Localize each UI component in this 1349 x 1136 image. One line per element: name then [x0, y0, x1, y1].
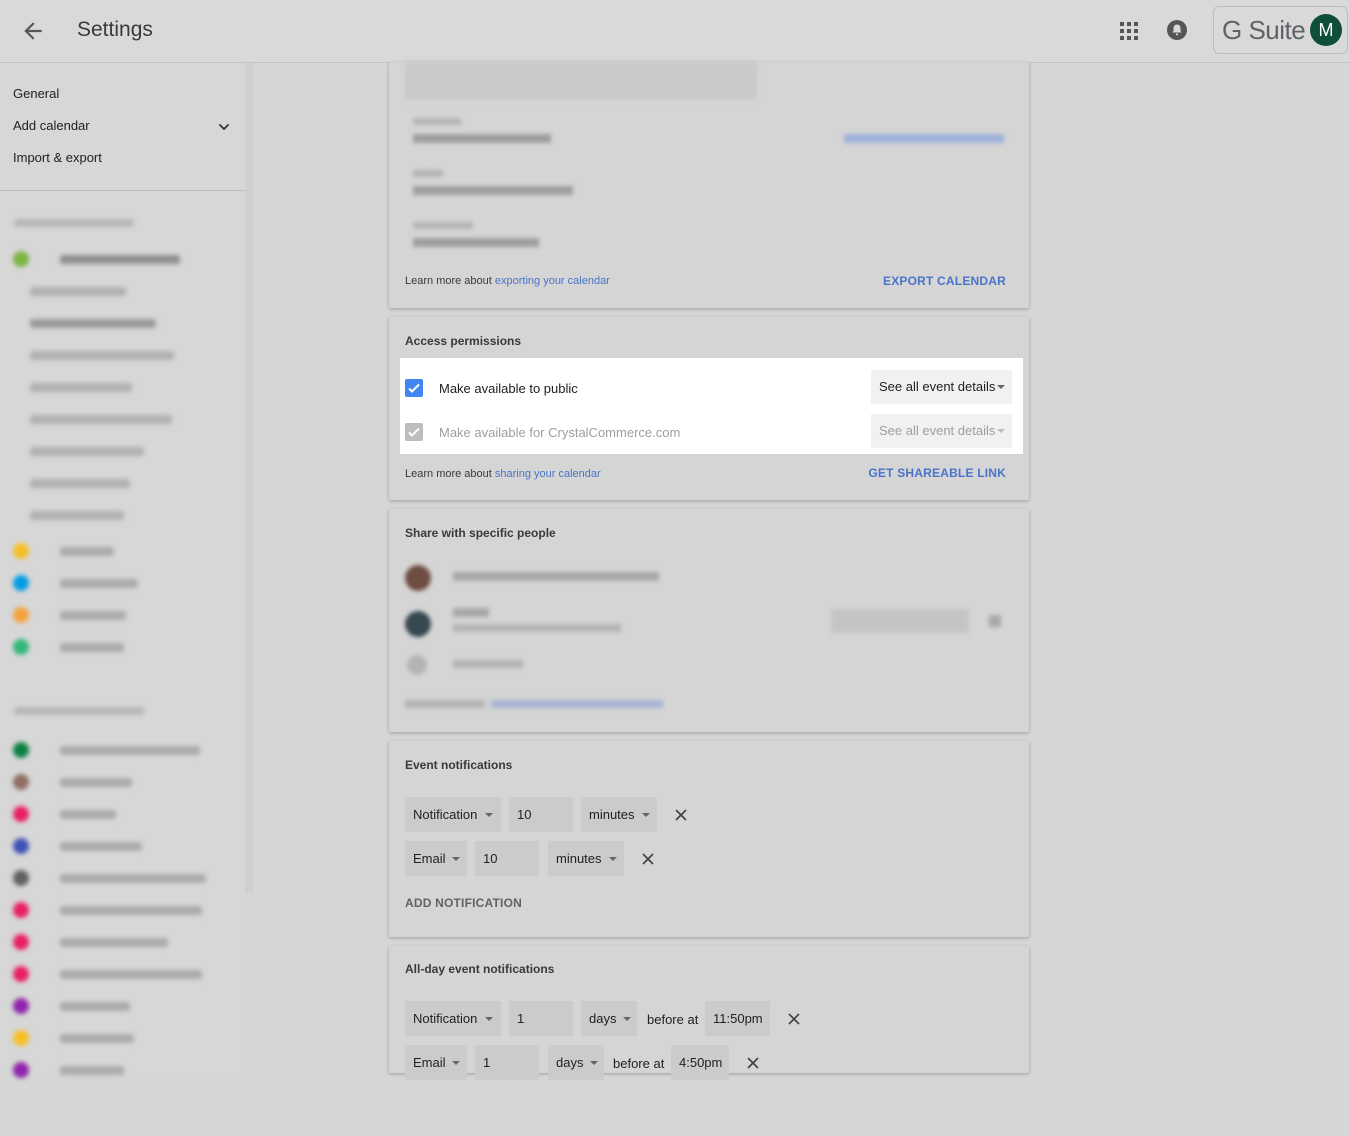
blurred-calendar-list [0, 195, 245, 1136]
domain-checkbox[interactable] [405, 423, 423, 441]
notifications-bell-icon[interactable] [1166, 19, 1188, 41]
dropdown-caret-icon [452, 1061, 460, 1065]
sharing-learn-more: Learn more about sharing your calendar [405, 468, 601, 480]
notification-unit-select[interactable]: minutes [581, 797, 657, 832]
dropdown-caret-icon [997, 429, 1005, 433]
public-checkbox[interactable] [405, 379, 423, 397]
top-app-bar: Settings G Suite M [0, 0, 1349, 63]
avatar[interactable]: M [1310, 14, 1342, 46]
public-visibility-select[interactable]: See all event details [871, 370, 1012, 404]
allday-email-unit-select[interactable]: days [548, 1045, 604, 1080]
remove-allday-notification-icon[interactable] [787, 1012, 801, 1026]
notification-value-input[interactable]: 10 [509, 797, 573, 832]
allday-notifications-title: All-day event notifications [405, 962, 555, 976]
event-notifications-title: Event notifications [405, 758, 513, 772]
export-calendar-card: Learn more about exporting your calendar… [389, 62, 1029, 308]
allday-notification-unit-select[interactable]: days [581, 1001, 637, 1036]
email-value-input[interactable]: 10 [475, 841, 539, 876]
sidebar-item-general[interactable]: General [13, 86, 59, 101]
public-access-highlight: Make available to public See all event d… [400, 358, 1023, 454]
public-checkbox-label: Make available to public [439, 381, 578, 396]
add-notification-button[interactable]: ADD NOTIFICATION [405, 896, 522, 910]
dropdown-caret-icon [623, 1017, 631, 1021]
gsuite-account-switcher[interactable]: G Suite M [1213, 6, 1348, 54]
email-type-select[interactable]: Email [405, 841, 467, 876]
notification-type-select[interactable]: Notification [405, 797, 501, 832]
access-permissions-title: Access permissions [405, 334, 522, 348]
share-specific-people-title: Share with specific people [405, 526, 556, 540]
export-calendar-button[interactable]: EXPORT CALENDAR [883, 274, 1006, 288]
dropdown-caret-icon [642, 813, 650, 817]
allday-notification-value-input[interactable]: 1 [509, 1001, 573, 1036]
dropdown-caret-icon [485, 1017, 493, 1021]
allday-email-type-select[interactable]: Email [405, 1045, 467, 1080]
remove-email-notification-icon[interactable] [641, 852, 655, 866]
sidebar-item-add-calendar[interactable]: Add calendar [13, 118, 90, 133]
allday-notification-type-select[interactable]: Notification [405, 1001, 501, 1036]
back-arrow-icon[interactable] [20, 18, 46, 44]
allday-notification-time-input[interactable]: 11:50pm [705, 1001, 770, 1036]
allday-email-time-input[interactable]: 4:50pm [671, 1045, 729, 1080]
dropdown-caret-icon [590, 1061, 598, 1065]
apps-grid-icon[interactable] [1119, 21, 1139, 41]
settings-sidebar: General Add calendar Import & export [0, 63, 245, 1078]
chevron-down-icon[interactable] [216, 119, 232, 135]
remove-notification-icon[interactable] [674, 808, 688, 822]
domain-checkbox-label: Make available for CrystalCommerce.com [439, 425, 681, 440]
sidebar-item-import-export[interactable]: Import & export [13, 150, 102, 165]
get-shareable-link-button[interactable]: GET SHAREABLE LINK [868, 466, 1006, 480]
allday-email-value-input[interactable]: 1 [475, 1045, 539, 1080]
allday-notifications-card: All-day event notifications Notification… [389, 946, 1029, 1080]
gsuite-logo: G Suite [1222, 15, 1306, 45]
dropdown-caret-icon [452, 857, 460, 861]
export-learn-more: Learn more about exporting your calendar [405, 275, 610, 287]
page-title: Settings [77, 18, 153, 41]
allday-email-before-at-label: before at [613, 1056, 665, 1071]
event-notifications-card: Event notifications Notification 10 minu… [389, 741, 1029, 937]
email-unit-select[interactable]: minutes [548, 841, 624, 876]
sharing-calendar-link[interactable]: sharing your calendar [495, 468, 601, 480]
exporting-calendar-link[interactable]: exporting your calendar [495, 275, 610, 287]
dropdown-caret-icon [609, 857, 617, 861]
domain-visibility-select[interactable]: See all event details [871, 414, 1012, 448]
allday-before-at-label: before at [647, 1012, 699, 1027]
dropdown-caret-icon [485, 813, 493, 817]
remove-allday-email-notification-icon[interactable] [746, 1056, 760, 1070]
sidebar-scrollbar[interactable] [245, 63, 253, 893]
blurred-field [405, 62, 757, 100]
share-specific-people-card: Share with specific people [389, 509, 1029, 732]
dropdown-caret-icon [997, 385, 1005, 389]
sidebar-main-section: General Add calendar Import & export [0, 63, 245, 191]
